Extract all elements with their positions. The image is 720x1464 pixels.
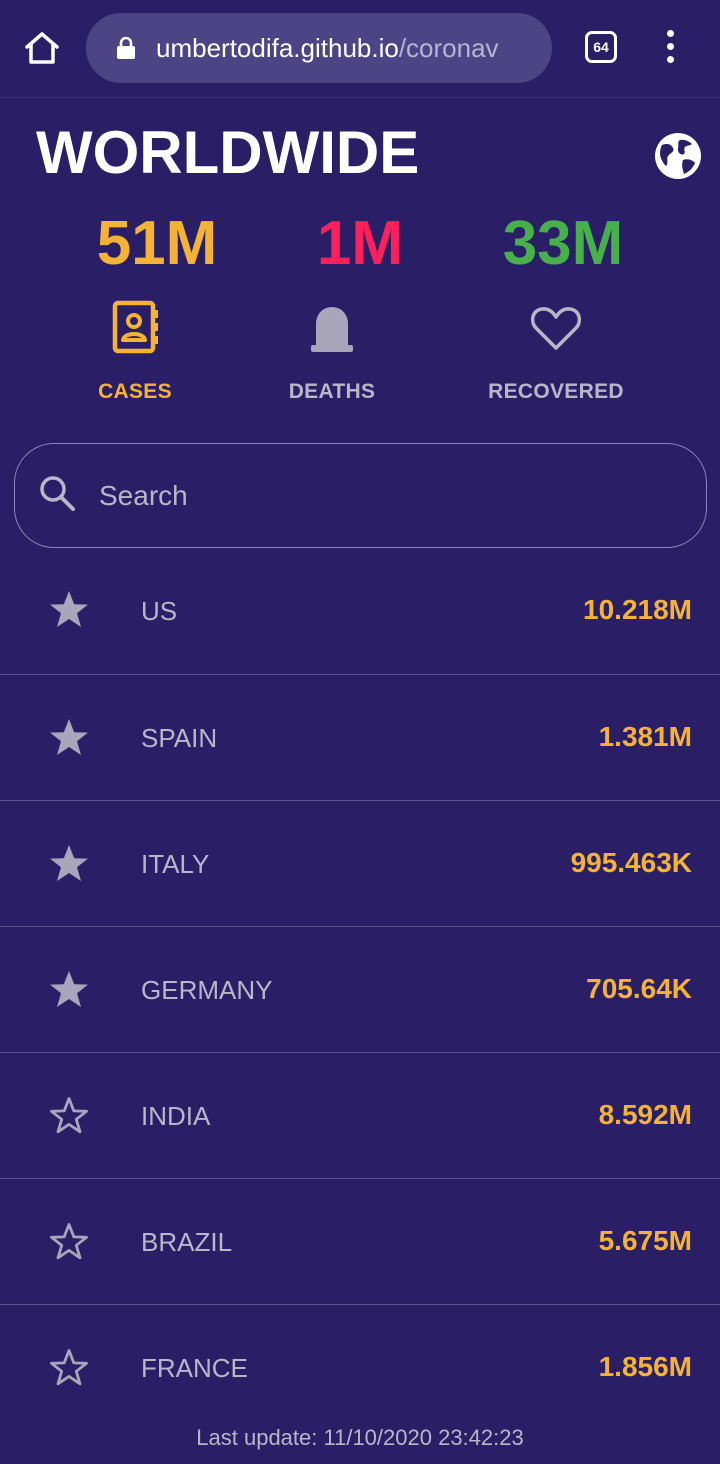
list-item[interactable]: BRAZIL 5.675M <box>0 1179 720 1305</box>
globe-icon[interactable] <box>653 131 703 181</box>
list-item[interactable]: SPAIN 1.381M <box>0 675 720 801</box>
page-title: WORLDWIDE <box>36 119 420 186</box>
home-icon[interactable] <box>22 28 62 68</box>
tab-count: 64 <box>593 39 609 55</box>
overflow-menu-icon[interactable] <box>660 30 680 66</box>
tab-switcher-button[interactable]: 64 <box>585 31 617 63</box>
last-update-text: Last update: 11/10/2020 23:42:23 <box>196 1425 524 1450</box>
star-filled-icon[interactable] <box>48 843 90 885</box>
tab-cases-label: CASES <box>98 380 172 403</box>
country-name: FRANCE <box>141 1353 248 1383</box>
tab-deaths[interactable]: DEATHS <box>232 300 432 420</box>
url-host: umbertodifa.github.io <box>156 32 399 63</box>
recovered-total: 33M <box>502 209 624 278</box>
cases-total: 51M <box>96 209 218 278</box>
star-outline-icon[interactable] <box>48 1221 90 1263</box>
list-item[interactable]: FRANCE 1.856M <box>0 1305 720 1431</box>
country-name: INDIA <box>141 1101 211 1131</box>
tombstone-icon <box>304 300 360 356</box>
list-item[interactable]: INDIA 8.592M <box>0 1053 720 1179</box>
tab-deaths-label: DEATHS <box>288 380 376 403</box>
country-name: GERMANY <box>141 975 273 1005</box>
list-item[interactable]: US 10.218M <box>0 549 720 675</box>
search-box[interactable] <box>14 443 707 548</box>
star-filled-icon[interactable] <box>48 589 90 631</box>
country-value: 1.381M <box>598 721 692 752</box>
country-name: ITALY <box>141 849 210 879</box>
country-value: 10.218M <box>583 594 692 625</box>
deaths-total: 1M <box>316 209 404 278</box>
star-filled-icon[interactable] <box>48 969 90 1011</box>
country-value: 995.463K <box>570 847 692 878</box>
country-name: US <box>141 596 178 626</box>
star-filled-icon[interactable] <box>48 717 90 759</box>
address-bar[interactable]: umbertodifa.github.io/coronav <box>86 13 552 83</box>
star-outline-icon[interactable] <box>48 1347 90 1389</box>
country-value: 5.675M <box>598 1225 692 1256</box>
country-name: BRAZIL <box>141 1227 233 1257</box>
country-name: SPAIN <box>141 723 218 753</box>
star-outline-icon[interactable] <box>48 1095 90 1137</box>
contact-book-icon <box>107 300 163 356</box>
country-value: 8.592M <box>598 1099 692 1130</box>
tab-recovered-label: RECOVERED <box>488 380 624 403</box>
lock-icon <box>116 36 136 60</box>
country-value: 1.856M <box>598 1351 692 1382</box>
list-item[interactable]: ITALY 995.463K <box>0 801 720 927</box>
browser-toolbar: umbertodifa.github.io/coronav 64 <box>0 0 720 98</box>
search-icon <box>37 473 77 518</box>
url-path: /coronav <box>398 32 499 63</box>
list-item[interactable]: GERMANY 705.64K <box>0 927 720 1053</box>
tab-recovered[interactable]: RECOVERED <box>456 300 656 420</box>
search-input[interactable] <box>99 479 659 512</box>
heart-icon <box>528 300 584 356</box>
country-list: US 10.218M SPAIN 1.381M ITALY 995.463K G… <box>0 549 720 1431</box>
country-value: 705.64K <box>586 973 692 1004</box>
tab-cases[interactable]: CASES <box>35 300 235 420</box>
